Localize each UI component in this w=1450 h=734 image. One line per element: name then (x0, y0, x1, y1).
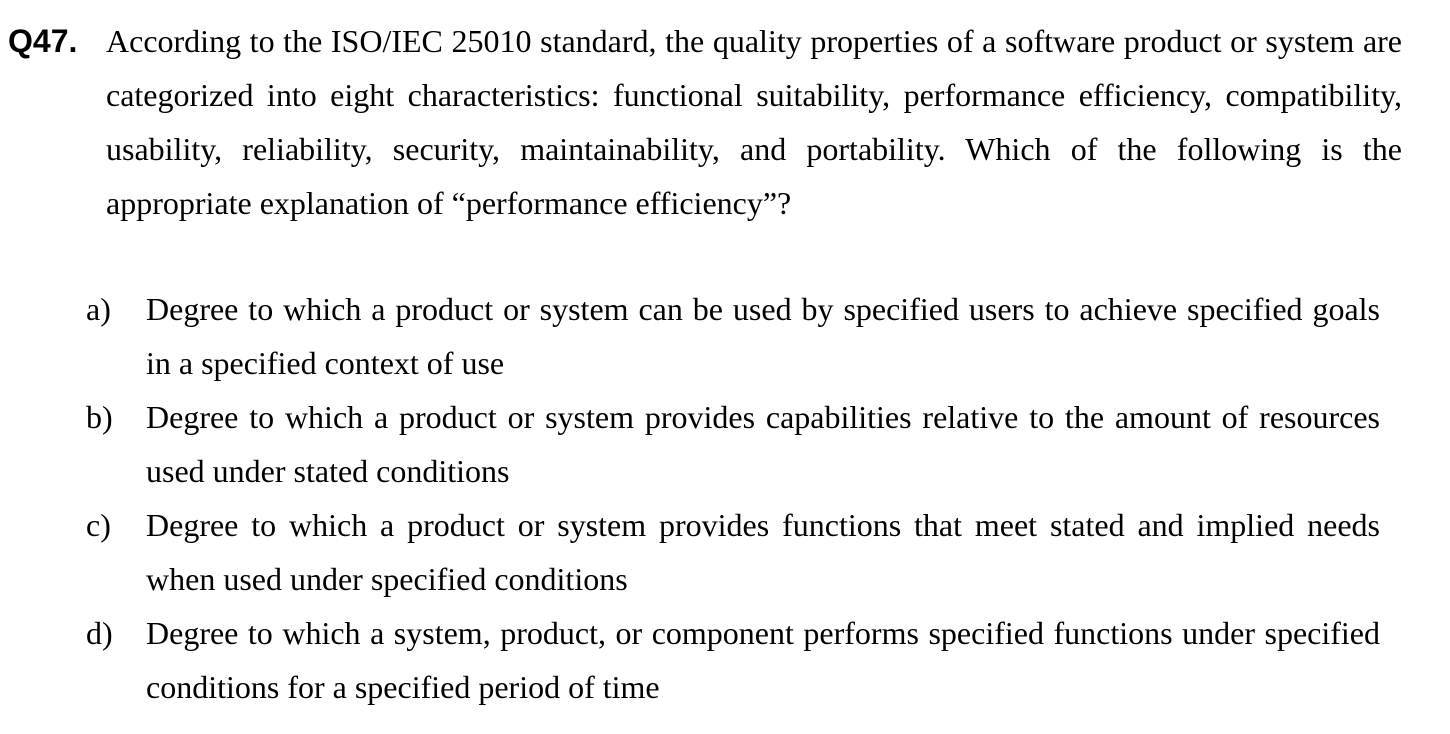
option-d: d) Degree to which a system, product, or… (86, 606, 1382, 714)
option-letter: c) (86, 507, 111, 543)
option-text: Degree to which a product or system can … (146, 291, 1380, 381)
option-b: b) Degree to which a product or system p… (86, 390, 1382, 498)
question-block: Q47. According to the ISO/IEC 25010 stan… (8, 14, 1408, 230)
option-c: c) Degree to which a product or system p… (86, 498, 1382, 606)
option-letter: a) (86, 291, 111, 327)
option-text: Degree to which a product or system prov… (146, 399, 1380, 489)
option-letter: b) (86, 399, 113, 435)
option-text: Degree to which a product or system prov… (146, 507, 1380, 597)
answer-options: a) Degree to which a product or system c… (86, 282, 1382, 714)
question-text: According to the ISO/IEC 25010 standard,… (106, 23, 1402, 221)
option-a: a) Degree to which a product or system c… (86, 282, 1382, 390)
option-letter: d) (86, 615, 113, 651)
option-text: Degree to which a system, product, or co… (146, 615, 1380, 705)
question-number: Q47. (8, 23, 78, 59)
